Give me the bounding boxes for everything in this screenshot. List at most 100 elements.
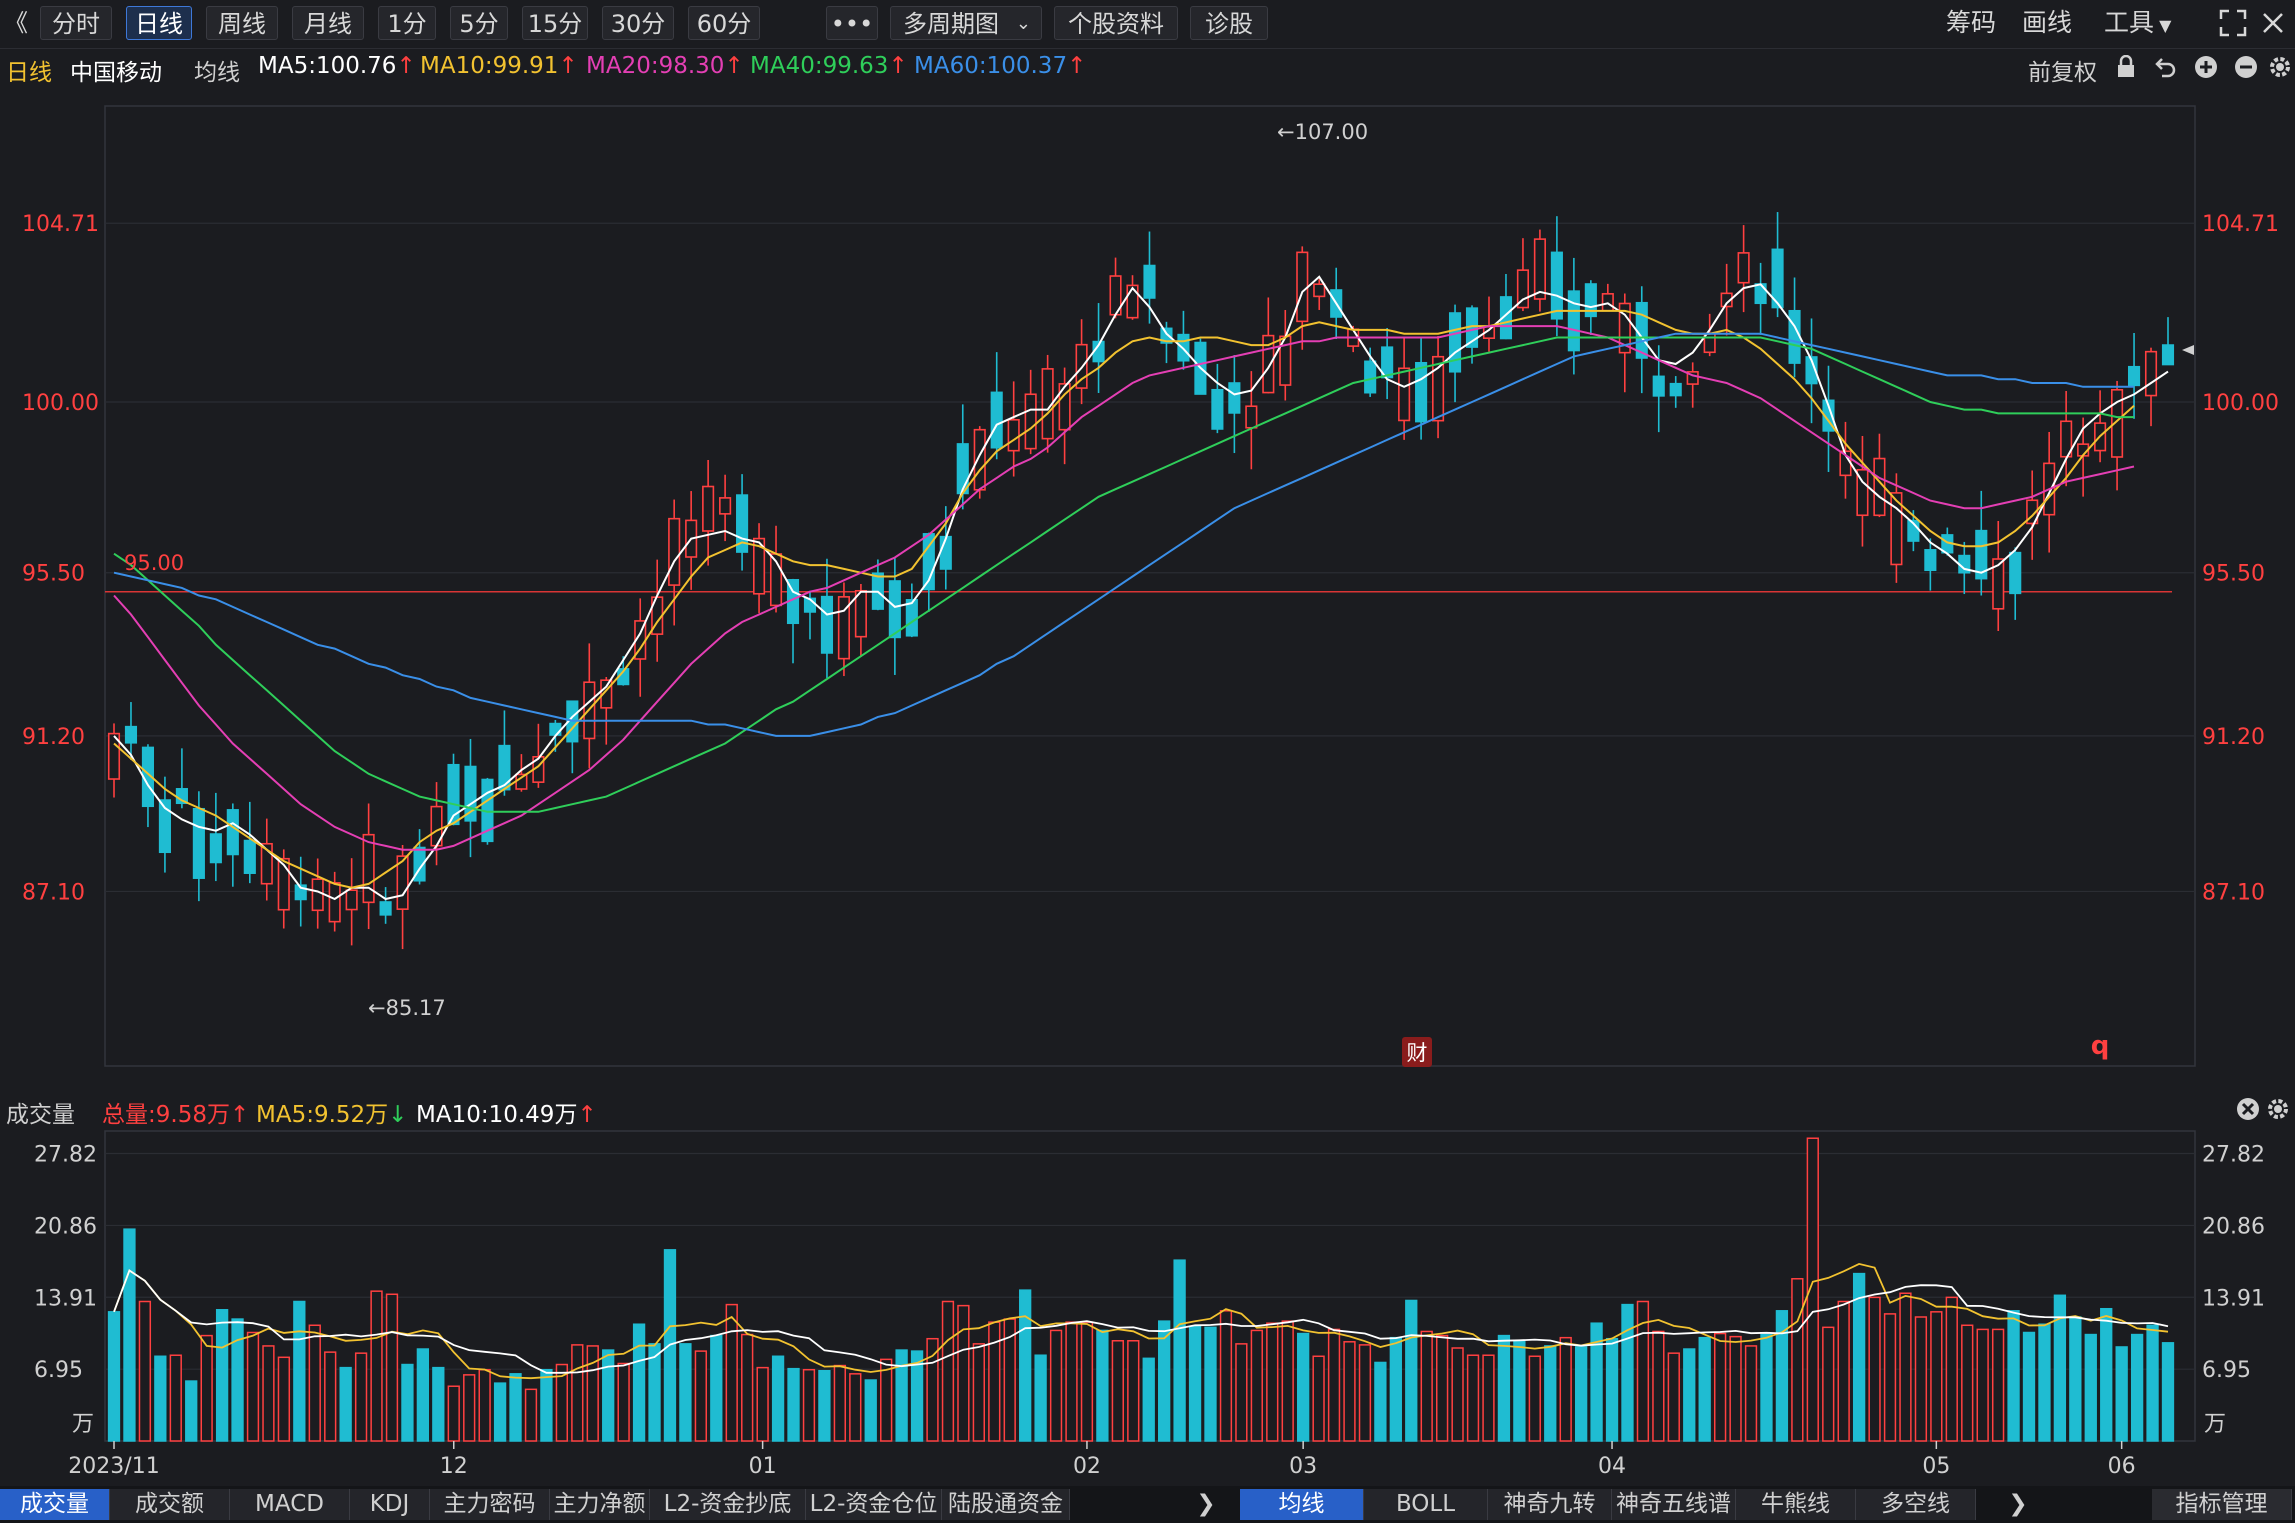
fullscreen-icon[interactable] <box>2218 8 2248 38</box>
overlay-tab-5[interactable]: 多空线 <box>1856 1489 1976 1520</box>
indicator-manage-button[interactable]: 指标管理 <box>2152 1489 2292 1520</box>
close-icon[interactable] <box>2258 8 2288 38</box>
volume-bar <box>787 1367 800 1442</box>
v-y-tick-left: 13.91 <box>34 1286 97 1311</box>
volume-bar <box>679 1343 692 1442</box>
volume-info-bar: 成交量 总量:9.58万↑ MA5:9.52万↓ MA10:10.49万↑ <box>0 1091 2295 1128</box>
volume-bar <box>1142 1357 1155 1442</box>
volume-bar <box>1219 1310 1233 1442</box>
volume-bar <box>1327 1328 1341 1442</box>
overlay-tab-3[interactable]: 神奇五线谱 <box>1612 1489 1736 1520</box>
lock-icon[interactable] <box>2114 55 2138 79</box>
close-volume-icon[interactable] <box>2236 1097 2260 1121</box>
volume-bar <box>1019 1289 1032 1442</box>
ma5-value: MA5:100.76↑ <box>258 53 416 79</box>
period-button-0[interactable]: 分时 <box>40 6 112 40</box>
k-y-tick-right: 104.71 <box>2202 212 2279 237</box>
ma-label: 均线 <box>194 60 240 86</box>
stock-info-button[interactable]: 个股资料 <box>1054 6 1178 40</box>
volume-bar <box>1559 1336 1572 1442</box>
period-button-6[interactable]: 15分 <box>522 6 588 40</box>
candle-body <box>345 889 358 911</box>
x-tick-label: 04 <box>1598 1454 1626 1479</box>
zoom-in-icon[interactable] <box>2194 55 2218 79</box>
indicator-tab-1[interactable]: 成交额 <box>110 1489 230 1520</box>
indicator-tab-5[interactable]: 主力净额 <box>550 1489 650 1520</box>
overlay-tab-2[interactable]: 神奇九转 <box>1488 1489 1612 1520</box>
tools-label: 工具 <box>2104 8 2155 37</box>
period-button-7[interactable]: 30分 <box>602 6 674 40</box>
candle-body <box>1398 367 1411 422</box>
volume-bar <box>880 1358 893 1442</box>
volume-bar <box>1791 1278 1804 1442</box>
indicator-tab-3[interactable]: KDJ <box>350 1489 430 1520</box>
overlay-tab-0[interactable]: 均线 <box>1240 1489 1364 1520</box>
volume-bar <box>1466 1354 1480 1442</box>
zoom-out-icon[interactable] <box>2234 55 2258 79</box>
candle-body <box>2161 344 2175 366</box>
period-button-3[interactable]: 月线 <box>292 6 364 40</box>
volume-bar <box>1760 1333 1773 1442</box>
candle-body <box>1245 405 1258 429</box>
volume-bar <box>1358 1344 1372 1442</box>
indicator-tab-4[interactable]: 主力密码 <box>430 1489 550 1520</box>
k-y-tick-right: 95.50 <box>2202 562 2265 587</box>
volume-bar <box>2084 1333 2097 1442</box>
undo-icon[interactable] <box>2154 55 2178 79</box>
ma-line-ma10 <box>113 309 2135 889</box>
overlay-tab-1[interactable]: BOLL <box>1364 1489 1488 1520</box>
period-button-4[interactable]: 1分 <box>378 6 436 40</box>
caret-down-icon: ▼ <box>2154 16 2172 35</box>
volume-bar <box>632 1323 646 1442</box>
finance-marker-text: 财 <box>1407 1041 1428 1065</box>
volume-bar <box>1096 1329 1109 1442</box>
volume-bar <box>354 1352 368 1442</box>
candle-body <box>888 580 901 639</box>
volume-bar <box>926 1337 939 1442</box>
kline-chart[interactable]: 104.71 104.71 100.00 100.00 95.50 95.50 91.20 9… <box>0 86 2295 1086</box>
overlay-tab-4[interactable]: 牛熊线 <box>1736 1489 1856 1520</box>
period-button-8[interactable]: 60分 <box>688 6 760 40</box>
collapse-back-button[interactable]: 《 <box>4 6 28 40</box>
volume-bar <box>741 1333 754 1442</box>
more-periods-button[interactable]: ••• <box>826 6 878 40</box>
volume-bar <box>1605 1337 1619 1442</box>
volume-bar <box>1822 1326 1835 1442</box>
indicator-tab-8[interactable]: 陆股通资金 <box>942 1489 1070 1520</box>
volume-ma5: MA5:9.52万↓ <box>256 1102 408 1128</box>
multi-period-dropdown[interactable]: 多周期图 ⌄ <box>890 6 1042 40</box>
volume-bar <box>1405 1299 1418 1442</box>
draw-line-button[interactable]: 画线 <box>2022 6 2072 40</box>
candle-body <box>820 595 834 654</box>
diagnose-button[interactable]: 诊股 <box>1190 6 1268 40</box>
settings-gear-icon[interactable] <box>2268 55 2292 79</box>
indicator-tab-7[interactable]: L2-资金仓位 <box>806 1489 942 1520</box>
volume-bar <box>215 1309 229 1442</box>
adjust-mode[interactable]: 前复权 <box>2028 53 2097 87</box>
indicator-tab-6[interactable]: L2-资金抄底 <box>650 1489 806 1520</box>
period-button-1[interactable]: 日线 <box>126 6 192 40</box>
volume-bar <box>802 1368 816 1442</box>
candle-body <box>124 725 138 744</box>
tabs-left-next-icon[interactable]: ❯ <box>1192 1489 1220 1520</box>
candle-body <box>1635 301 1648 359</box>
volume-bar <box>246 1331 260 1442</box>
tabs-right-next-icon[interactable]: ❯ <box>2004 1489 2032 1520</box>
volume-settings-gear-icon[interactable] <box>2266 1097 2290 1121</box>
period-button-5[interactable]: 5分 <box>450 6 508 40</box>
candle-body <box>956 443 969 495</box>
chip-button[interactable]: 筹码 <box>1946 6 1996 40</box>
volume-bar <box>1883 1313 1897 1442</box>
candle-body <box>1924 549 1937 572</box>
indicator-tab-0[interactable]: 成交量 <box>0 1489 110 1520</box>
tools-dropdown[interactable]: 工具 ▼ <box>2104 6 2171 40</box>
volume-chart[interactable]: 27.82 27.82 20.86 20.86 13.91 13.91 6.95 6.95 万… <box>0 1127 2295 1485</box>
candle-body <box>719 497 732 515</box>
volume-bar <box>2022 1331 2036 1442</box>
indicator-tab-2[interactable]: MACD <box>230 1489 350 1520</box>
period-button-2[interactable]: 周线 <box>206 6 278 40</box>
volume-bar <box>1868 1296 1881 1442</box>
q-marker[interactable]: q <box>2091 1031 2110 1061</box>
volume-bar <box>1250 1329 1263 1442</box>
volume-bar <box>1930 1311 1943 1442</box>
